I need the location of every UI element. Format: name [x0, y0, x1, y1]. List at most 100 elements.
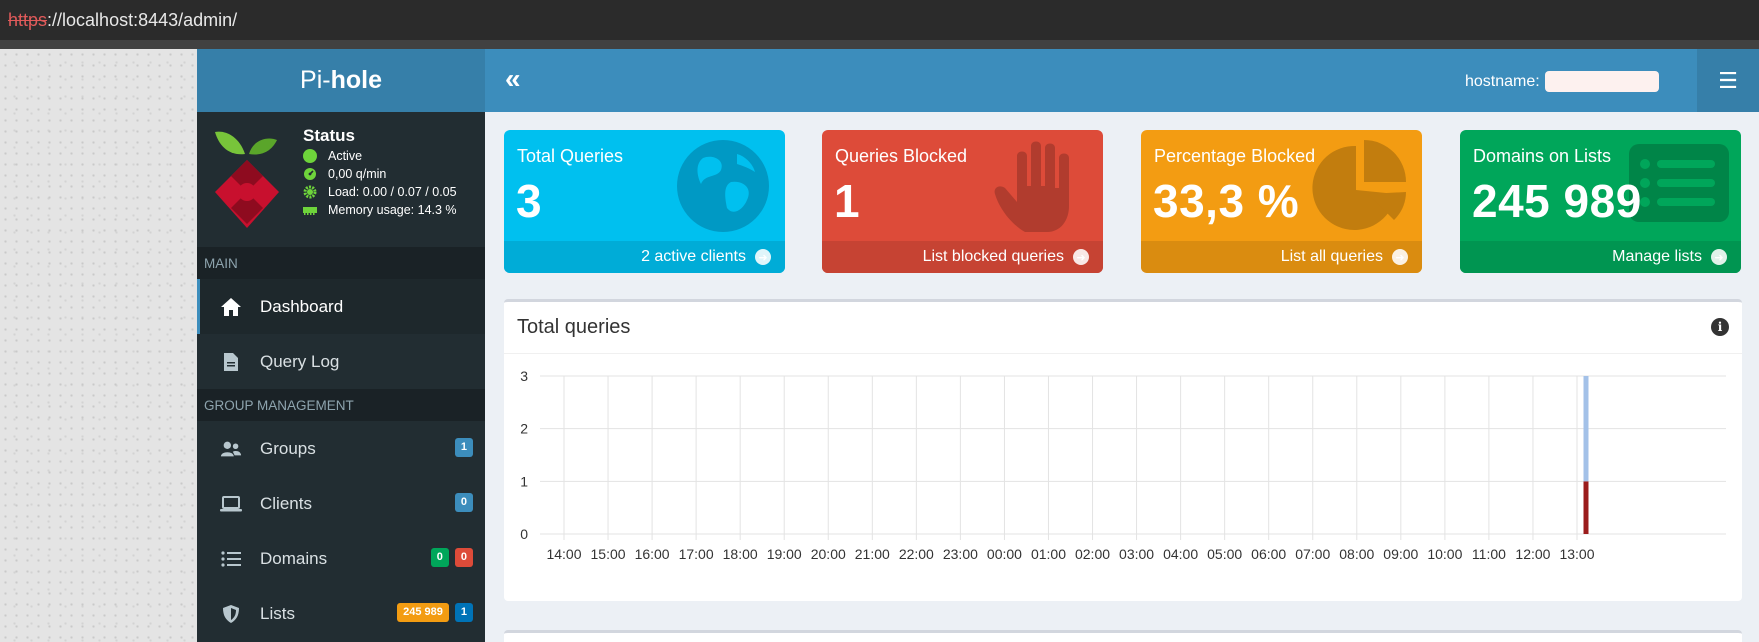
list-icon — [220, 548, 242, 570]
x-tick-label: 18:00 — [723, 546, 758, 562]
stat-footer-text: 2 active clients — [641, 248, 746, 265]
x-tick-label: 09:00 — [1383, 546, 1418, 562]
memory-icon — [303, 203, 317, 217]
sidebar-item-groups[interactable]: Groups 1 — [197, 421, 485, 476]
hand-icon — [994, 141, 1069, 232]
lists-domains-badge: 245 989 — [397, 603, 449, 622]
users-icon — [220, 438, 242, 460]
stat-value: 1 — [834, 175, 861, 227]
sidebar-item-label: Query Log — [260, 351, 340, 371]
section-header-main: MAIN — [197, 247, 485, 279]
x-tick-label: 06:00 — [1251, 546, 1286, 562]
x-tick-label: 01:00 — [1031, 546, 1066, 562]
brand-text-light: Pi- — [300, 66, 331, 94]
shield-icon — [220, 603, 242, 625]
y-tick-label: 2 — [520, 421, 528, 437]
browser-url-bar[interactable]: https://localhost:8443/admin/ — [0, 0, 1759, 40]
stat-value: 33,3 % — [1153, 175, 1300, 227]
arrow-circle-right-icon: ➜ — [1392, 249, 1408, 265]
menu-button[interactable]: ☰ — [1697, 49, 1759, 112]
top-navbar: « hostname: ☰ — [485, 49, 1759, 112]
sidebar-item-label: Clients — [260, 493, 312, 513]
arrow-circle-right-icon: ➜ — [755, 249, 771, 265]
x-tick-label: 23:00 — [943, 546, 978, 562]
x-tick-label: 05:00 — [1207, 546, 1242, 562]
stat-footer-text: List all queries — [1280, 248, 1383, 265]
laptop-icon — [220, 493, 242, 515]
sidebar-item-clients[interactable]: Clients 0 — [197, 476, 485, 531]
chart-title: Total queries — [517, 316, 631, 338]
stat-queries-blocked: Queries Blocked 1 List blocked queries ➜ — [822, 130, 1103, 273]
x-tick-label: 04:00 — [1163, 546, 1198, 562]
y-tick-label: 0 — [520, 526, 528, 542]
hostname-label: hostname: — [1465, 72, 1540, 90]
stat-title: Total Queries — [517, 146, 624, 166]
list-icon — [1629, 144, 1729, 222]
sidebar-item-label: Dashboard — [260, 296, 344, 316]
browser-strip — [0, 40, 1759, 49]
hostname-display: hostname: — [1465, 71, 1659, 92]
stat-footer-link[interactable]: List all queries ➜ — [1141, 241, 1422, 273]
x-tick-label: 15:00 — [591, 546, 626, 562]
stat-footer-link[interactable]: List blocked queries ➜ — [822, 241, 1103, 273]
sidebar-item-domains[interactable]: Domains 0 0 — [197, 531, 485, 586]
x-tick-label: 08:00 — [1339, 546, 1374, 562]
pihole-logo-icon — [215, 131, 279, 228]
stat-title: Queries Blocked — [835, 146, 968, 166]
chart-bar — [1583, 376, 1589, 482]
x-tick-label: 03:00 — [1119, 546, 1154, 562]
x-tick-label: 11:00 — [1472, 546, 1506, 562]
stat-footer-link[interactable]: 2 active clients ➜ — [504, 241, 785, 273]
status-active: Active — [303, 149, 362, 163]
total-queries-chart[interactable]: 0 1 2 3 14:00 15:00 16:00 17:00 18:00 19:00 20:00 2… — [504, 354, 1742, 599]
globe-icon — [677, 140, 769, 232]
info-icon[interactable]: i — [1711, 318, 1729, 336]
y-tick-label: 1 — [520, 473, 528, 489]
status-active-text: Active — [328, 149, 363, 163]
x-tick-label: 21:00 — [855, 546, 890, 562]
sidebar-item-lists[interactable]: Lists 245 989 1 — [197, 586, 485, 641]
x-tick-label: 20:00 — [811, 546, 846, 562]
x-tick-label: 00:00 — [987, 546, 1022, 562]
sidebar-toggle-button[interactable]: « — [505, 65, 521, 93]
url-scheme: https — [8, 10, 48, 30]
domains-allow-badge: 0 — [430, 548, 449, 567]
x-tick-label: 07:00 — [1295, 546, 1330, 562]
total-queries-chart-panel: Total queries i 0 1 2 3 14:00 15:00 16:00 17:00… — [504, 299, 1742, 601]
next-panel — [504, 630, 1742, 642]
domains-deny-badge: 0 — [454, 548, 473, 567]
stat-value: 245 989 — [1472, 175, 1642, 227]
clients-count-badge: 0 — [454, 493, 473, 512]
lists-count-badge: 1 — [454, 603, 473, 622]
x-tick-label: 14:00 — [546, 546, 581, 562]
x-tick-label: 16:00 — [635, 546, 670, 562]
status-memory-text: Memory usage: 14.3 % — [328, 203, 457, 217]
x-tick-label: 13:00 — [1559, 546, 1594, 562]
sidebar-item-query-log[interactable]: Query Log — [197, 334, 485, 389]
url-path: ://localhost:8443/admin/ — [47, 10, 238, 30]
status-load: Load: 0.00 / 0.07 / 0.05 — [303, 185, 457, 199]
hamburger-icon: ☰ — [1718, 67, 1738, 93]
x-tick-label: 22:00 — [899, 546, 934, 562]
arrow-circle-right-icon: ➜ — [1711, 249, 1727, 265]
x-tick-label: 10:00 — [1427, 546, 1462, 562]
section-header-group-management: GROUP MANAGEMENT — [197, 389, 485, 421]
page-background — [0, 49, 197, 642]
stat-percentage-blocked: Percentage Blocked 33,3 % List all queri… — [1141, 130, 1422, 273]
brand-logo[interactable]: Pi-hole — [197, 49, 485, 112]
sidebar: Pi-hole Status Active 0,00 q/min Load: 0… — [197, 49, 485, 642]
sidebar-item-label: Lists — [260, 603, 295, 623]
x-tick-label: 17:00 — [679, 546, 714, 562]
y-tick-label: 3 — [520, 368, 528, 384]
sidebar-item-label: Domains — [260, 548, 328, 568]
status-title: Status — [303, 126, 355, 145]
status-memory: Memory usage: 14.3 % — [303, 203, 457, 217]
chart-bar — [1583, 481, 1589, 534]
sidebar-item-dashboard[interactable]: Dashboard — [197, 279, 485, 334]
stat-footer-text: Manage lists — [1612, 248, 1702, 265]
pie-icon — [1312, 140, 1406, 230]
x-tick-label: 02:00 — [1075, 546, 1110, 562]
file-icon — [220, 351, 242, 373]
stat-footer-link[interactable]: Manage lists ➜ — [1460, 241, 1741, 273]
status-panel: Status Active 0,00 q/min Load: 0.00 / 0.… — [197, 112, 485, 247]
